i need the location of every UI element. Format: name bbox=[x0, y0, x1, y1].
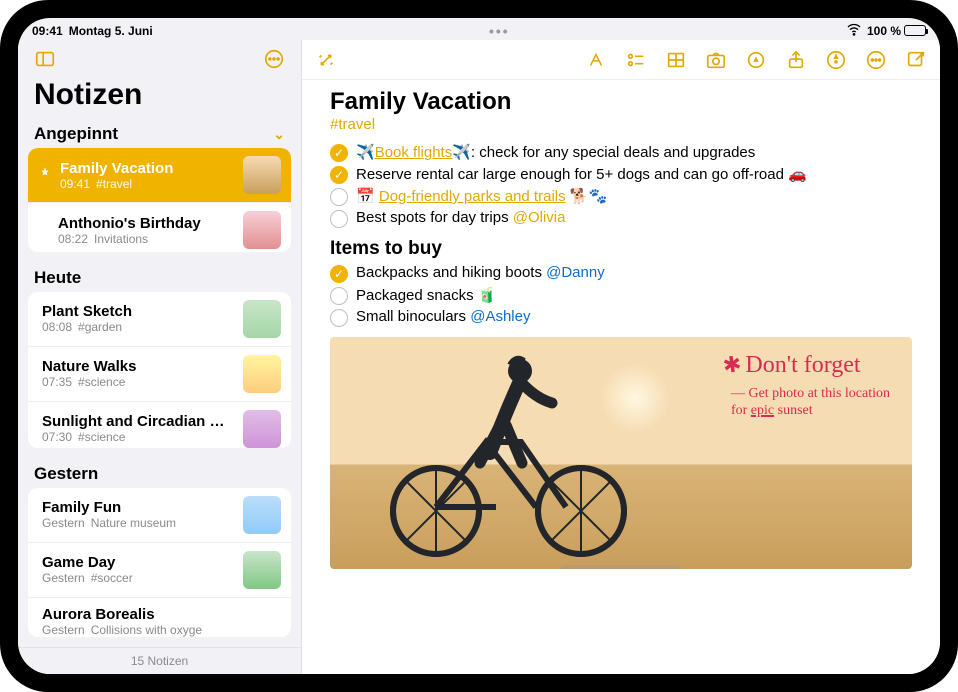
pinned-list: Family Vacation 09:41#travel Anthonio's … bbox=[28, 148, 291, 252]
note-content[interactable]: Family Vacation #travel ✈️Book flights✈️… bbox=[302, 80, 940, 674]
checklist-travel: ✈️Book flights✈️: check for any special … bbox=[330, 143, 912, 228]
ellipsis-icon[interactable] bbox=[862, 46, 890, 74]
sidebar-title: Notizen bbox=[18, 78, 301, 118]
status-bar: 09:41 Montag 5. Juni ••• 100 % bbox=[18, 18, 940, 40]
section-label: Heute bbox=[34, 268, 81, 288]
cyclist-silhouette bbox=[390, 367, 640, 557]
note-image-attachment[interactable]: ✱Don't forget — Get photo at this locati… bbox=[330, 337, 912, 569]
note-thumbnail bbox=[243, 355, 281, 393]
checklist-icon[interactable] bbox=[622, 46, 650, 74]
pin-icon bbox=[38, 166, 52, 185]
mention-olivia[interactable]: @Olivia bbox=[513, 209, 566, 226]
check-item[interactable]: 📅 Dog-friendly parks and trails 🐕🐾 bbox=[330, 187, 912, 206]
note-item-plant-sketch[interactable]: Plant Sketch 08:08#garden bbox=[28, 292, 291, 347]
checkbox-icon[interactable] bbox=[330, 309, 348, 327]
checkbox-icon[interactable] bbox=[330, 210, 348, 228]
note-item-nature-walks[interactable]: Nature Walks 07:35#science bbox=[28, 347, 291, 402]
section-label: Angepinnt bbox=[34, 124, 118, 144]
checkbox-checked-icon[interactable] bbox=[330, 265, 348, 283]
battery-indicator: 100 % bbox=[867, 24, 926, 38]
note-editor: Family Vacation #travel ✈️Book flights✈️… bbox=[302, 40, 940, 674]
battery-percent: 100 % bbox=[867, 24, 901, 38]
note-item-family-vacation[interactable]: Family Vacation 09:41#travel bbox=[28, 148, 291, 203]
checklist-items: Backpacks and hiking boots @Danny Packag… bbox=[330, 264, 912, 327]
note-thumbnail bbox=[243, 156, 281, 194]
note-thumbnail bbox=[243, 410, 281, 448]
scroll-indicator bbox=[561, 565, 681, 569]
note-heading: Family Vacation bbox=[330, 88, 912, 116]
notes-app: Notizen Angepinnt ⌄ Family Vacation 09:4… bbox=[18, 40, 940, 674]
ipad-frame: 09:41 Montag 5. Juni ••• 100 % bbox=[0, 0, 958, 692]
check-item[interactable]: ✈️Book flights✈️: check for any special … bbox=[330, 143, 912, 162]
mention-danny[interactable]: @Danny bbox=[546, 264, 605, 281]
section-yesterday[interactable]: Gestern bbox=[18, 458, 301, 488]
chevron-down-icon: ⌄ bbox=[273, 126, 285, 143]
section-pinned[interactable]: Angepinnt ⌄ bbox=[18, 118, 301, 148]
note-item-anthonios-birthday[interactable]: Anthonio's Birthday 08:22Invitations bbox=[28, 203, 291, 252]
markup-icon[interactable] bbox=[742, 46, 770, 74]
checkbox-checked-icon[interactable] bbox=[330, 144, 348, 162]
note-tag[interactable]: #travel bbox=[330, 116, 375, 133]
yesterday-list: Family Fun GesternNature museum Game Day… bbox=[28, 488, 291, 637]
mention-ashley[interactable]: @Ashley bbox=[470, 308, 530, 325]
checkbox-checked-icon[interactable] bbox=[330, 166, 348, 184]
screen: 09:41 Montag 5. Juni ••• 100 % bbox=[18, 18, 940, 674]
section-label: Gestern bbox=[34, 464, 98, 484]
checkbox-icon[interactable] bbox=[330, 188, 348, 206]
lock-icon[interactable] bbox=[822, 46, 850, 74]
camera-icon[interactable] bbox=[702, 46, 730, 74]
editor-toolbar bbox=[302, 40, 940, 80]
note-thumbnail bbox=[243, 551, 281, 589]
note-thumbnail bbox=[243, 300, 281, 338]
multitask-dots[interactable]: ••• bbox=[153, 23, 846, 39]
note-title: Family Vacation bbox=[60, 160, 235, 177]
more-options-icon[interactable] bbox=[259, 44, 289, 74]
today-list: Plant Sketch 08:08#garden Nature Walks 0… bbox=[28, 292, 291, 448]
section-today[interactable]: Heute bbox=[18, 262, 301, 292]
note-item-family-fun[interactable]: Family Fun GesternNature museum bbox=[28, 488, 291, 543]
status-date: Montag 5. Juni bbox=[69, 24, 153, 38]
share-icon[interactable] bbox=[782, 46, 810, 74]
note-title: Anthonio's Birthday bbox=[58, 215, 235, 232]
status-time: 09:41 bbox=[32, 24, 63, 38]
check-item[interactable]: Small binoculars @Ashley bbox=[330, 308, 912, 327]
check-item[interactable]: Packaged snacks 🧃 bbox=[330, 286, 912, 305]
table-icon[interactable] bbox=[662, 46, 690, 74]
expand-icon[interactable] bbox=[312, 46, 340, 74]
calendar-icon: 📅 bbox=[356, 188, 379, 205]
handwritten-annotation: ✱Don't forget — Get photo at this locati… bbox=[723, 351, 890, 419]
note-thumbnail bbox=[243, 496, 281, 534]
check-item[interactable]: Reserve rental car large enough for 5+ d… bbox=[330, 165, 912, 184]
sidebar-footer: 15 Notizen bbox=[18, 647, 301, 674]
checkbox-icon[interactable] bbox=[330, 287, 348, 305]
compose-icon[interactable] bbox=[902, 46, 930, 74]
note-item-game-day[interactable]: Game Day Gestern#soccer bbox=[28, 543, 291, 598]
subheading-items: Items to buy bbox=[330, 238, 912, 260]
text-format-icon[interactable] bbox=[582, 46, 610, 74]
check-item[interactable]: Best spots for day trips @Olivia bbox=[330, 209, 912, 228]
sidebar: Notizen Angepinnt ⌄ Family Vacation 09:4… bbox=[18, 40, 302, 674]
check-item[interactable]: Backpacks and hiking boots @Danny bbox=[330, 264, 912, 283]
link-dog-parks[interactable]: Dog-friendly parks and trails bbox=[379, 188, 566, 205]
note-item-aurora[interactable]: Aurora Borealis GesternCollisions with o… bbox=[28, 598, 291, 637]
link-book-flights[interactable]: Book flights bbox=[375, 144, 453, 161]
toggle-sidebar-icon[interactable] bbox=[30, 44, 60, 74]
wifi-icon bbox=[846, 21, 862, 40]
note-thumbnail bbox=[243, 211, 281, 249]
note-item-sunlight[interactable]: Sunlight and Circadian Rhy... 07:30#scie… bbox=[28, 402, 291, 448]
